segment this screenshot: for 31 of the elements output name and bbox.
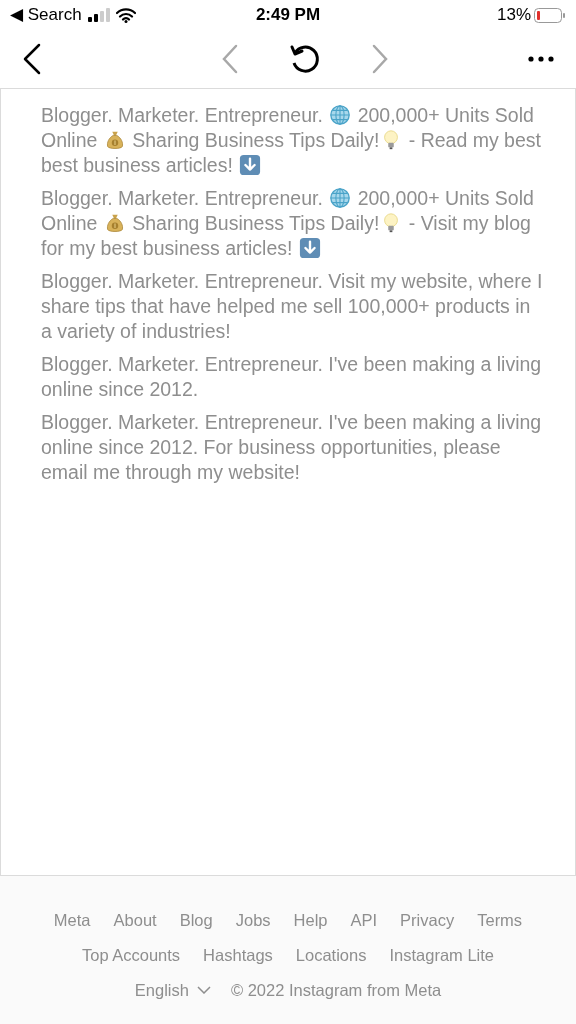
wifi-icon — [115, 7, 136, 23]
bio-text: Blogger. Marketer. Entrepreneur. 200,000+ Units Sold Online Sharing Business Tips Daily! - Visit my blog for my best business articles! — [41, 186, 535, 261]
bio-text: Blogger. Marketer. Entrepreneur. I've been making a living online since 2012. For business opportunities, please email me through my website! — [41, 410, 543, 485]
clock-time: 2:49 PM — [255, 4, 321, 27]
footer-link[interactable]: Jobs — [235, 908, 271, 933]
footer-link[interactable]: Hashtags — [203, 942, 273, 968]
signal-icon — [87, 8, 110, 22]
footer-link[interactable]: Instagram Lite — [389, 942, 495, 968]
chevron-down-icon — [196, 985, 211, 994]
copyright-text: © 2022 Instagram from Meta — [230, 979, 442, 1001]
footer-link[interactable]: API — [350, 908, 378, 933]
footer-link[interactable]: Privacy — [400, 908, 455, 933]
bio-text: Blogger. Marketer. Entrepreneur. 200,000+ Units Sold Online Sharing Business Tips Daily! - Read my best best business articles! — [41, 103, 542, 178]
battery-percent: 13% — [496, 4, 531, 27]
language-selector[interactable]: English — [134, 977, 211, 1003]
footer-link[interactable]: About — [113, 908, 157, 933]
footer-link[interactable]: Terms — [477, 908, 523, 933]
back-icon[interactable] — [22, 43, 42, 75]
globe-icon — [329, 187, 352, 209]
footer-link[interactable]: Help — [293, 908, 328, 933]
bio-text: Blogger. Marketer. Entrepreneur. Visit my website, where I share tips that have helped me sell 100,000+ products in a variety of industries! — [41, 269, 544, 344]
globe-icon — [329, 104, 352, 126]
footer-link[interactable]: Top Accounts — [81, 942, 181, 968]
footer-link[interactable]: Locations — [295, 942, 367, 968]
bio-text: Blogger. Marketer. Entrepreneur. I've been making a living online since 2012. — [41, 352, 543, 402]
footer-link[interactable]: Blog — [179, 908, 213, 933]
footer-link[interactable]: Meta — [53, 908, 91, 933]
battery-icon — [534, 7, 566, 23]
more-options-icon[interactable] — [528, 56, 554, 62]
back-to-search-link[interactable]: ◀ Search — [10, 2, 82, 28]
reload-icon[interactable] — [289, 43, 321, 75]
